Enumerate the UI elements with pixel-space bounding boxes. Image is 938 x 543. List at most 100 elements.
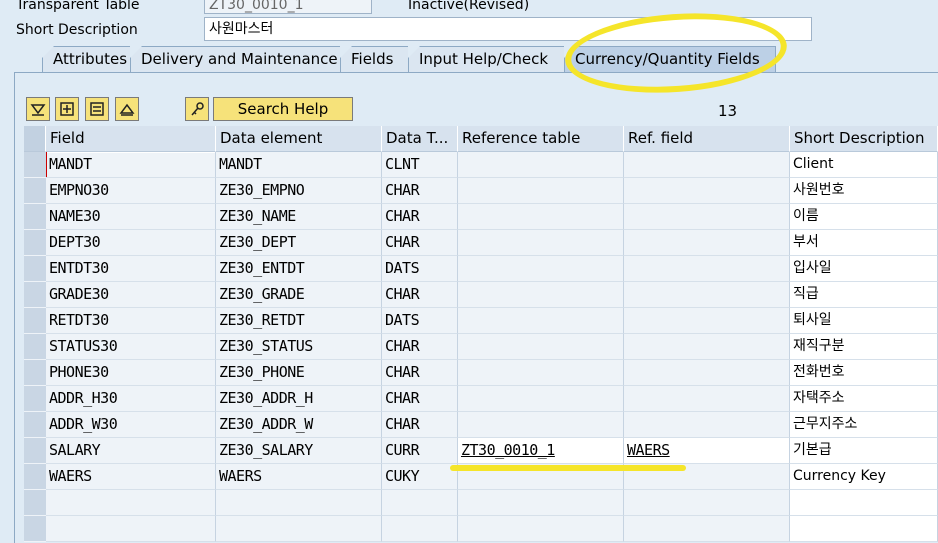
cell-short-description[interactable]: 전화번호 bbox=[790, 360, 938, 386]
cell-ref-field[interactable] bbox=[624, 490, 790, 516]
tab-currency-quantity-fields[interactable]: Currency/Quantity Fields bbox=[564, 46, 776, 72]
cell-ref-field[interactable] bbox=[624, 178, 790, 204]
cell-short-description[interactable]: 퇴사일 bbox=[790, 308, 938, 334]
search-help-button[interactable]: Search Help bbox=[213, 97, 353, 121]
cell-data-type[interactable]: DATS bbox=[382, 308, 458, 334]
cell-data-type[interactable]: CHAR bbox=[382, 204, 458, 230]
cell-data-type[interactable]: CUKY bbox=[382, 464, 458, 490]
deselect-all-icon[interactable] bbox=[115, 97, 139, 121]
cell-ref-field[interactable] bbox=[624, 204, 790, 230]
cell-data-type[interactable]: CLNT bbox=[382, 152, 458, 178]
cell-data-type[interactable]: CHAR bbox=[382, 412, 458, 438]
row-selector[interactable] bbox=[24, 464, 46, 490]
cell-data-element[interactable] bbox=[216, 490, 382, 516]
cell-data-element[interactable]: ZE30_NAME bbox=[216, 204, 382, 230]
cell-ref-field[interactable] bbox=[624, 516, 790, 542]
row-selector[interactable] bbox=[24, 282, 46, 308]
select-all-corner[interactable] bbox=[24, 126, 46, 152]
column-header-field[interactable]: Field bbox=[46, 126, 216, 152]
cell-ref-field[interactable] bbox=[624, 282, 790, 308]
row-selector[interactable] bbox=[24, 360, 46, 386]
cell-field[interactable] bbox=[46, 516, 216, 542]
cell-reference-table[interactable] bbox=[458, 464, 624, 490]
cell-ref-field[interactable] bbox=[624, 152, 790, 178]
cell-ref-field[interactable] bbox=[624, 308, 790, 334]
cell-reference-table[interactable] bbox=[458, 386, 624, 412]
cell-data-element[interactable]: ZE30_EMPNO bbox=[216, 178, 382, 204]
cell-field[interactable]: ENTDT30 bbox=[46, 256, 216, 282]
cell-data-type[interactable]: CHAR bbox=[382, 282, 458, 308]
cell-data-type[interactable]: CHAR bbox=[382, 386, 458, 412]
cell-short-description[interactable]: 부서 bbox=[790, 230, 938, 256]
cell-data-element[interactable] bbox=[216, 516, 382, 542]
row-selector[interactable] bbox=[24, 412, 46, 438]
cell-short-description[interactable]: Currency Key bbox=[790, 464, 938, 490]
row-selector[interactable] bbox=[24, 308, 46, 334]
column-header-data-type[interactable]: Data T... bbox=[382, 126, 458, 152]
cell-data-element[interactable]: WAERS bbox=[216, 464, 382, 490]
cell-field[interactable]: MANDT bbox=[46, 152, 216, 178]
cell-data-element[interactable]: ZE30_ENTDT bbox=[216, 256, 382, 282]
row-selector[interactable] bbox=[24, 386, 46, 412]
row-selector[interactable] bbox=[24, 256, 46, 282]
column-header-data-element[interactable]: Data element bbox=[216, 126, 382, 152]
cell-data-element[interactable]: ZE30_DEPT bbox=[216, 230, 382, 256]
cell-ref-field[interactable] bbox=[624, 464, 790, 490]
cell-ref-field[interactable] bbox=[624, 360, 790, 386]
cell-field[interactable]: RETDT30 bbox=[46, 308, 216, 334]
column-header-short-description[interactable]: Short Description bbox=[790, 126, 938, 152]
cell-field[interactable]: WAERS bbox=[46, 464, 216, 490]
row-selector[interactable] bbox=[24, 490, 46, 516]
cell-data-type[interactable] bbox=[382, 490, 458, 516]
cell-field[interactable]: ADDR_W30 bbox=[46, 412, 216, 438]
cell-data-element[interactable]: ZE30_GRADE bbox=[216, 282, 382, 308]
cell-data-element[interactable]: ZE30_PHONE bbox=[216, 360, 382, 386]
tab-delivery-maintenance[interactable]: Delivery and Maintenance bbox=[130, 46, 354, 72]
cell-reference-table[interactable] bbox=[458, 334, 624, 360]
row-selector[interactable] bbox=[24, 438, 46, 464]
short-description-input[interactable]: 사원마스터 bbox=[204, 17, 812, 41]
cell-short-description[interactable]: 직급 bbox=[790, 282, 938, 308]
cell-field[interactable]: SALARY bbox=[46, 438, 216, 464]
cell-data-type[interactable]: CHAR bbox=[382, 178, 458, 204]
cell-short-description[interactable]: 자택주소 bbox=[790, 386, 938, 412]
table-name-field[interactable]: ZT30_0010_1 bbox=[204, 0, 372, 14]
cell-ref-field[interactable] bbox=[624, 386, 790, 412]
cell-ref-field[interactable] bbox=[624, 334, 790, 360]
row-selector[interactable] bbox=[24, 204, 46, 230]
select-all-icon[interactable] bbox=[26, 97, 50, 121]
row-selector[interactable] bbox=[24, 516, 46, 542]
insert-row-icon[interactable] bbox=[55, 97, 79, 121]
cell-data-type[interactable] bbox=[382, 516, 458, 542]
cell-data-type[interactable]: CHAR bbox=[382, 230, 458, 256]
cell-short-description[interactable]: 기본급 bbox=[790, 438, 938, 464]
cell-reference-table[interactable] bbox=[458, 178, 624, 204]
column-header-reference-table[interactable]: Reference table bbox=[458, 126, 624, 152]
cell-short-description[interactable]: 이름 bbox=[790, 204, 938, 230]
cell-data-type[interactable]: CHAR bbox=[382, 334, 458, 360]
cell-field[interactable]: NAME30 bbox=[46, 204, 216, 230]
cell-data-element[interactable]: ZE30_ADDR_H bbox=[216, 386, 382, 412]
cell-field[interactable] bbox=[46, 490, 216, 516]
cell-field[interactable]: DEPT30 bbox=[46, 230, 216, 256]
cell-reference-table[interactable] bbox=[458, 282, 624, 308]
cell-reference-table[interactable] bbox=[458, 204, 624, 230]
cell-short-description[interactable]: 근무지주소 bbox=[790, 412, 938, 438]
cell-reference-table[interactable] bbox=[458, 516, 624, 542]
key-icon[interactable] bbox=[185, 97, 209, 121]
cell-field[interactable]: STATUS30 bbox=[46, 334, 216, 360]
cell-field[interactable]: ADDR_H30 bbox=[46, 386, 216, 412]
cell-field[interactable]: PHONE30 bbox=[46, 360, 216, 386]
cell-ref-field[interactable] bbox=[624, 230, 790, 256]
cell-short-description[interactable]: Client bbox=[790, 152, 938, 178]
cell-data-element[interactable]: ZE30_ADDR_W bbox=[216, 412, 382, 438]
delete-row-icon[interactable] bbox=[85, 97, 109, 121]
cell-reference-table[interactable] bbox=[458, 308, 624, 334]
cell-reference-table[interactable] bbox=[458, 490, 624, 516]
cell-field[interactable]: GRADE30 bbox=[46, 282, 216, 308]
tab-attributes[interactable]: Attributes bbox=[42, 46, 140, 72]
cell-ref-field[interactable] bbox=[624, 256, 790, 282]
cell-data-type[interactable]: CHAR bbox=[382, 360, 458, 386]
row-selector[interactable] bbox=[24, 178, 46, 204]
cell-reference-table[interactable] bbox=[458, 230, 624, 256]
